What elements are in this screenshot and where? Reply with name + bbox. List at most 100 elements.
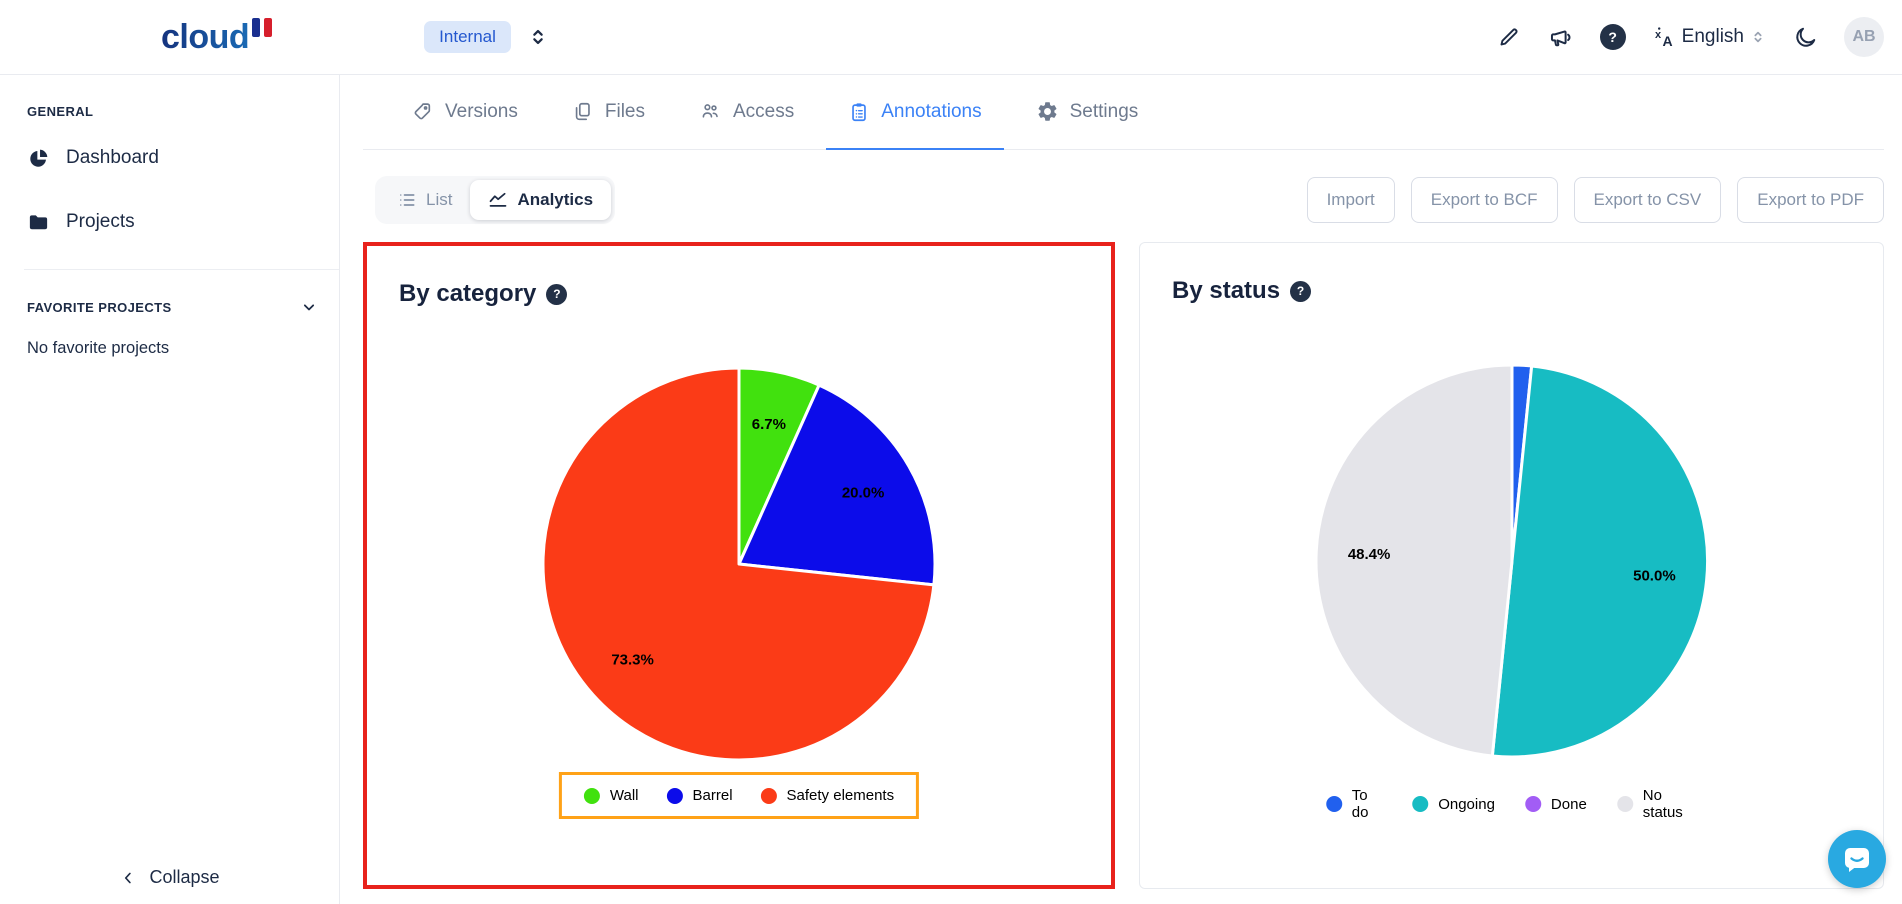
workspace-selector[interactable]: Internal (424, 21, 511, 53)
legend-item[interactable]: Safety elements (761, 787, 895, 804)
annotations-toolbar: List Analytics Import Export to BCF Expo… (363, 176, 1884, 224)
view-mode-analytics[interactable]: Analytics (470, 180, 611, 220)
top-header: cloud Internal ? xA English AB (0, 0, 1902, 75)
folder-icon (27, 211, 50, 234)
chat-bubble-icon (1842, 844, 1872, 874)
view-mode-switch: List Analytics (375, 176, 615, 224)
by-category-title: By category (399, 280, 536, 308)
language-selector[interactable]: xA English (1652, 25, 1766, 49)
pie-slice[interactable] (1316, 365, 1512, 756)
view-mode-list[interactable]: List (379, 180, 470, 220)
pie-slice-label: 50.0% (1633, 567, 1676, 584)
dark-mode-moon-icon[interactable] (1792, 24, 1818, 50)
category-legend: Wall Barrel Safety elements (559, 772, 919, 819)
edit-pencil-icon[interactable] (1496, 24, 1522, 50)
sidebar-divider (24, 269, 339, 270)
by-status-title: By status (1172, 277, 1280, 305)
chat-launcher-button[interactable] (1828, 830, 1886, 888)
pie-chart-icon (27, 147, 50, 170)
pie-chart-svg: 50.0% 48.4% (1312, 361, 1712, 761)
view-mode-label: Analytics (517, 190, 593, 210)
legend-label: Done (1551, 796, 1587, 813)
export-csv-button[interactable]: Export to CSV (1574, 177, 1722, 223)
legend-dot (1412, 796, 1428, 812)
category-pie-chart: 6.7%20.0%73.3% (539, 364, 939, 764)
import-button[interactable]: Import (1307, 177, 1395, 223)
svg-text:A: A (1662, 33, 1672, 49)
help-badge-icon[interactable]: ? (1290, 281, 1311, 302)
tag-icon (412, 101, 434, 123)
list-icon (397, 190, 417, 210)
avatar[interactable]: AB (1844, 17, 1884, 57)
chevron-down-icon (299, 297, 319, 317)
legend-item[interactable]: To do (1326, 787, 1382, 821)
sidebar-item-label: Dashboard (66, 147, 159, 169)
translate-icon: xA (1652, 25, 1676, 49)
people-icon (699, 100, 722, 123)
export-actions: Import Export to BCF Export to CSV Expor… (1307, 177, 1884, 223)
tab-label: Versions (445, 101, 518, 123)
main-content: Versions Files Access Annotations Settin… (340, 75, 1902, 904)
legend-label: Ongoing (1438, 796, 1495, 813)
legend-dot (1525, 796, 1541, 812)
workspace-caret-icon[interactable] (527, 26, 549, 48)
tab-files[interactable]: Files (550, 75, 667, 150)
sidebar-section-favorites: FAVORITE PROJECTS (27, 300, 172, 315)
clipboard-icon (848, 101, 870, 123)
tab-label: Access (733, 101, 794, 123)
legend-item[interactable]: Barrel (667, 787, 733, 804)
legend-item[interactable]: Ongoing (1412, 796, 1495, 813)
sidebar-favorites-header[interactable]: FAVORITE PROJECTS (0, 297, 339, 317)
legend-label: To do (1352, 787, 1382, 821)
by-status-card: By status ? 50.0% 48.4% To do Ongoing Done N… (1139, 242, 1884, 889)
help-icon[interactable]: ? (1600, 24, 1626, 50)
megaphone-icon[interactable] (1548, 24, 1574, 50)
gear-icon (1036, 100, 1059, 123)
status-pie-chart: 50.0% 48.4% (1312, 361, 1712, 761)
pie-slice[interactable] (1492, 366, 1707, 757)
legend-dot (761, 788, 777, 804)
sidebar-item-projects[interactable]: Projects (0, 197, 339, 247)
collapse-label: Collapse (149, 867, 219, 888)
pie-slice-label: 73.3% (611, 652, 654, 669)
sidebar-section-general: GENERAL (0, 104, 339, 119)
legend-item[interactable]: Wall (584, 787, 639, 804)
tab-access[interactable]: Access (677, 75, 816, 150)
tab-label: Settings (1070, 101, 1139, 123)
status-legend: To do Ongoing Done No status (1326, 787, 1698, 821)
view-mode-label: List (426, 190, 452, 210)
pie-chart-svg: 6.7%20.0%73.3% (539, 364, 939, 764)
app-logo[interactable]: cloud (161, 20, 272, 54)
legend-dot (1617, 796, 1633, 812)
legend-dot (1326, 796, 1342, 812)
tab-settings[interactable]: Settings (1014, 75, 1161, 150)
legend-item[interactable]: No status (1617, 787, 1697, 821)
french-flag-icon (252, 18, 272, 37)
analytics-icon (488, 190, 508, 210)
header-actions: ? xA English AB (1496, 17, 1902, 57)
collapse-sidebar-button[interactable]: Collapse (0, 867, 339, 888)
tab-annotations[interactable]: Annotations (826, 75, 1003, 150)
sidebar-item-label: Projects (66, 211, 135, 233)
legend-item[interactable]: Done (1525, 796, 1587, 813)
by-category-card: By category ? 6.7%20.0%73.3% WallBarrelS… (363, 242, 1115, 889)
sidebar-item-dashboard[interactable]: Dashboard (0, 133, 339, 183)
legend-label: Safety elements (787, 787, 895, 804)
svg-text:x: x (1655, 29, 1662, 41)
sidebar: GENERAL Dashboard Projects FAVORITE PROJ… (0, 75, 340, 904)
legend-label: Barrel (693, 787, 733, 804)
help-badge-icon[interactable]: ? (546, 284, 567, 305)
legend-dot (584, 788, 600, 804)
favorites-empty-text: No favorite projects (0, 339, 339, 358)
export-bcf-button[interactable]: Export to BCF (1411, 177, 1558, 223)
pie-slice-label: 48.4% (1347, 546, 1390, 563)
logo-text: cloud (161, 20, 249, 54)
legend-dot (667, 788, 683, 804)
chevron-left-icon (119, 869, 137, 887)
tab-versions[interactable]: Versions (390, 75, 540, 150)
tab-label: Files (605, 101, 645, 123)
export-pdf-button[interactable]: Export to PDF (1737, 177, 1884, 223)
tab-bar: Versions Files Access Annotations Settin… (363, 75, 1884, 150)
pie-slice-label: 20.0% (842, 485, 885, 502)
legend-label: Wall (610, 787, 639, 804)
